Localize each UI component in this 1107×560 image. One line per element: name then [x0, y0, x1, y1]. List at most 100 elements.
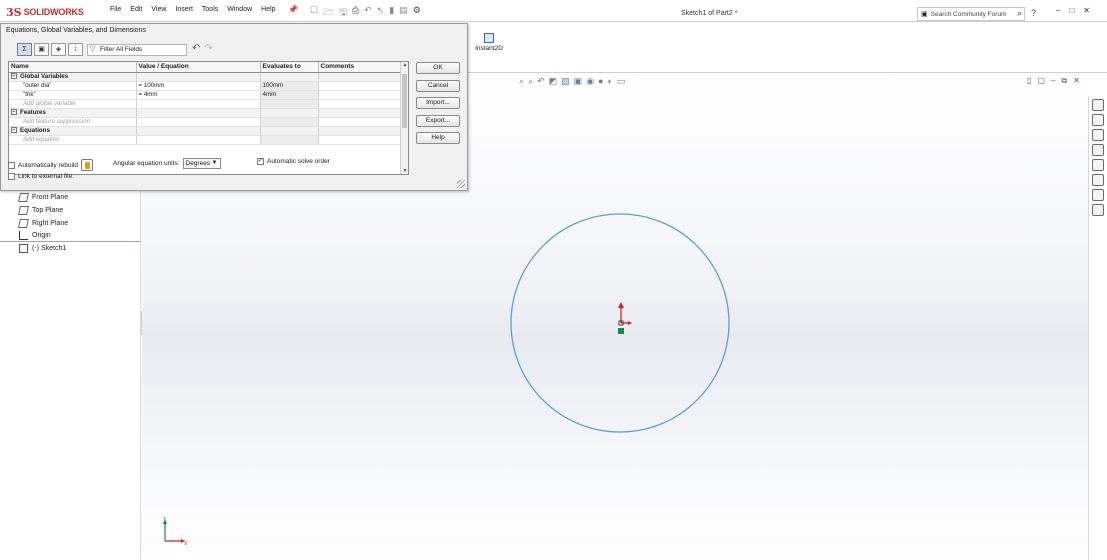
help-icon[interactable]: ?: [1031, 8, 1036, 18]
previous-view-icon[interactable]: ↶: [537, 76, 545, 87]
import-button[interactable]: Import...: [416, 97, 460, 109]
menu-tools[interactable]: Tools: [202, 6, 218, 13]
help-button[interactable]: Help: [416, 132, 460, 144]
filter-field[interactable]: ▽ Filter All Fields: [87, 44, 187, 56]
search-icon[interactable]: ⌕: [1017, 8, 1022, 19]
link-external-option[interactable]: Link to external file:: [8, 173, 74, 180]
tree-item-top-plane[interactable]: Top Plane: [18, 206, 63, 215]
new-icon[interactable]: ☐: [310, 5, 318, 21]
scrollbar-thumb[interactable]: [402, 74, 407, 128]
display-style-icon[interactable]: ▣: [574, 76, 583, 87]
open-icon[interactable]: 🗁: [323, 5, 334, 21]
ok-button[interactable]: OK: [416, 62, 460, 74]
viewport-maximize-icon[interactable]: ⧉: [1061, 76, 1067, 86]
minimize-icon[interactable]: –: [1056, 6, 1060, 15]
select-icon[interactable]: ↖: [377, 5, 385, 21]
add-global-variable-row[interactable]: Add global variable: [9, 99, 402, 109]
collapse-icon[interactable]: −: [11, 73, 17, 80]
custom-properties-icon[interactable]: [1092, 189, 1104, 201]
close-icon[interactable]: ✕: [1083, 6, 1090, 15]
auto-solve-checkbox[interactable]: ✓: [257, 158, 264, 165]
comment-cell[interactable]: [318, 90, 402, 100]
pin-icon[interactable]: 📌: [288, 5, 298, 14]
collapse-icon[interactable]: −: [11, 127, 17, 134]
menu-help[interactable]: Help: [261, 6, 275, 13]
search-box[interactable]: ▣ Search Community Forum ⌕: [917, 7, 1025, 21]
sketch-equation-view-icon[interactable]: ▣: [34, 43, 49, 56]
equation-view-icon[interactable]: Σ: [17, 43, 32, 56]
undo-icon[interactable]: ↶: [192, 43, 200, 54]
instant2d-button[interactable]: Instant2D: [473, 33, 505, 52]
collapse-icon[interactable]: −: [11, 109, 17, 116]
menu-edit[interactable]: Edit: [130, 6, 142, 13]
add-feature-suppression-row[interactable]: Add feature suppression: [9, 117, 402, 127]
scroll-up-icon[interactable]: ▲: [401, 62, 408, 68]
zoom-to-area-icon[interactable]: ⌕: [528, 76, 533, 87]
viewport-close-icon[interactable]: ✕: [1073, 76, 1080, 86]
value-equation-cell[interactable]: = 4mm: [136, 90, 261, 100]
column-header-name[interactable]: Name: [9, 62, 137, 73]
solidworks-logo[interactable]: 3S SOLIDWORKS: [6, 4, 94, 20]
view-palette-icon[interactable]: [1092, 159, 1104, 171]
viewport-tile-icon[interactable]: ▢: [1037, 76, 1045, 86]
rebuild-icon[interactable]: ▮: [389, 5, 394, 21]
column-header-evaluates[interactable]: Evaluates to: [260, 62, 319, 73]
column-header-comments[interactable]: Comments: [318, 62, 402, 73]
appearances-icon[interactable]: [1092, 174, 1104, 186]
viewport-minimize-icon[interactable]: –: [1051, 76, 1055, 86]
options-gear-icon[interactable]: ⚙: [413, 5, 421, 21]
file-explorer-icon[interactable]: [1092, 144, 1104, 156]
home-icon[interactable]: [1092, 99, 1104, 111]
search-input[interactable]: Search Community Forum: [931, 11, 1007, 18]
menu-window[interactable]: Window: [227, 6, 252, 13]
variable-name-cell[interactable]: "thk": [9, 90, 137, 100]
hide-show-items-icon[interactable]: ◉: [586, 76, 594, 87]
file-properties-icon[interactable]: ▤: [399, 5, 408, 21]
auto-rebuild-checkbox[interactable]: [8, 161, 15, 169]
section-global-variables[interactable]: − Global Variables: [9, 72, 402, 82]
save-icon[interactable]: 🖫: [339, 5, 347, 21]
auto-solve-option[interactable]: ✓ Automatic solve order: [257, 158, 330, 165]
view-orientation-icon[interactable]: ▧: [561, 76, 570, 87]
tree-item-sketch1[interactable]: (-) Sketch1: [19, 244, 66, 253]
section-features[interactable]: − Features: [9, 108, 402, 118]
table-row[interactable]: "thk" = 4mm 4mm: [9, 90, 402, 100]
add-global-variable-placeholder[interactable]: Add global variable: [9, 99, 137, 109]
menu-view[interactable]: View: [151, 6, 166, 13]
tree-item-front-plane[interactable]: Front Plane: [18, 193, 68, 202]
apply-scene-icon[interactable]: ◐: [607, 76, 612, 87]
maximize-icon[interactable]: □: [1069, 6, 1074, 15]
value-equation-cell[interactable]: = 100mm: [136, 81, 261, 91]
table-scrollbar[interactable]: ▲ ▼: [400, 62, 408, 174]
add-equation-row[interactable]: Add equation: [9, 135, 402, 145]
menu-file[interactable]: File: [110, 6, 121, 13]
link-external-checkbox[interactable]: [8, 173, 15, 180]
undo-icon[interactable]: ↶: [364, 5, 372, 21]
section-equations[interactable]: − Equations: [9, 126, 402, 136]
export-button[interactable]: Export...: [416, 115, 460, 127]
forum-icon[interactable]: [1092, 204, 1104, 216]
edit-appearance-icon[interactable]: ●: [598, 76, 603, 87]
zoom-to-fit-icon[interactable]: ⌕: [519, 76, 524, 87]
sketch-circle[interactable]: [510, 213, 730, 433]
add-feature-suppression-placeholder[interactable]: Add feature suppression: [9, 117, 137, 127]
cancel-button[interactable]: Cancel: [416, 80, 460, 92]
tree-item-right-plane[interactable]: Right Plane: [18, 219, 68, 228]
menu-insert[interactable]: Insert: [175, 6, 193, 13]
angular-units-select[interactable]: Degrees ▼: [182, 158, 221, 169]
tree-rollback-bar[interactable]: [0, 241, 141, 242]
ordered-view-icon[interactable]: ↕: [68, 43, 83, 56]
tree-item-origin[interactable]: Origin: [19, 231, 51, 240]
table-row[interactable]: "outer dia" = 100mm 100mm: [9, 81, 402, 91]
dimension-view-icon[interactable]: ◈: [51, 43, 66, 56]
variable-name-cell[interactable]: "outer dia": [9, 81, 137, 91]
design-library-icon[interactable]: [1092, 129, 1104, 141]
scroll-down-icon[interactable]: ▼: [401, 168, 408, 174]
auto-rebuild-option[interactable]: Automatically rebuild: [8, 159, 93, 171]
section-view-icon[interactable]: ◩: [549, 76, 558, 87]
print-icon[interactable]: ⎙: [352, 5, 359, 21]
viewport-restore-icon[interactable]: ▯: [1027, 76, 1031, 86]
view-settings-icon[interactable]: ▭: [617, 76, 626, 87]
comment-cell[interactable]: [318, 81, 402, 91]
column-header-value[interactable]: Value / Equation: [136, 62, 261, 73]
